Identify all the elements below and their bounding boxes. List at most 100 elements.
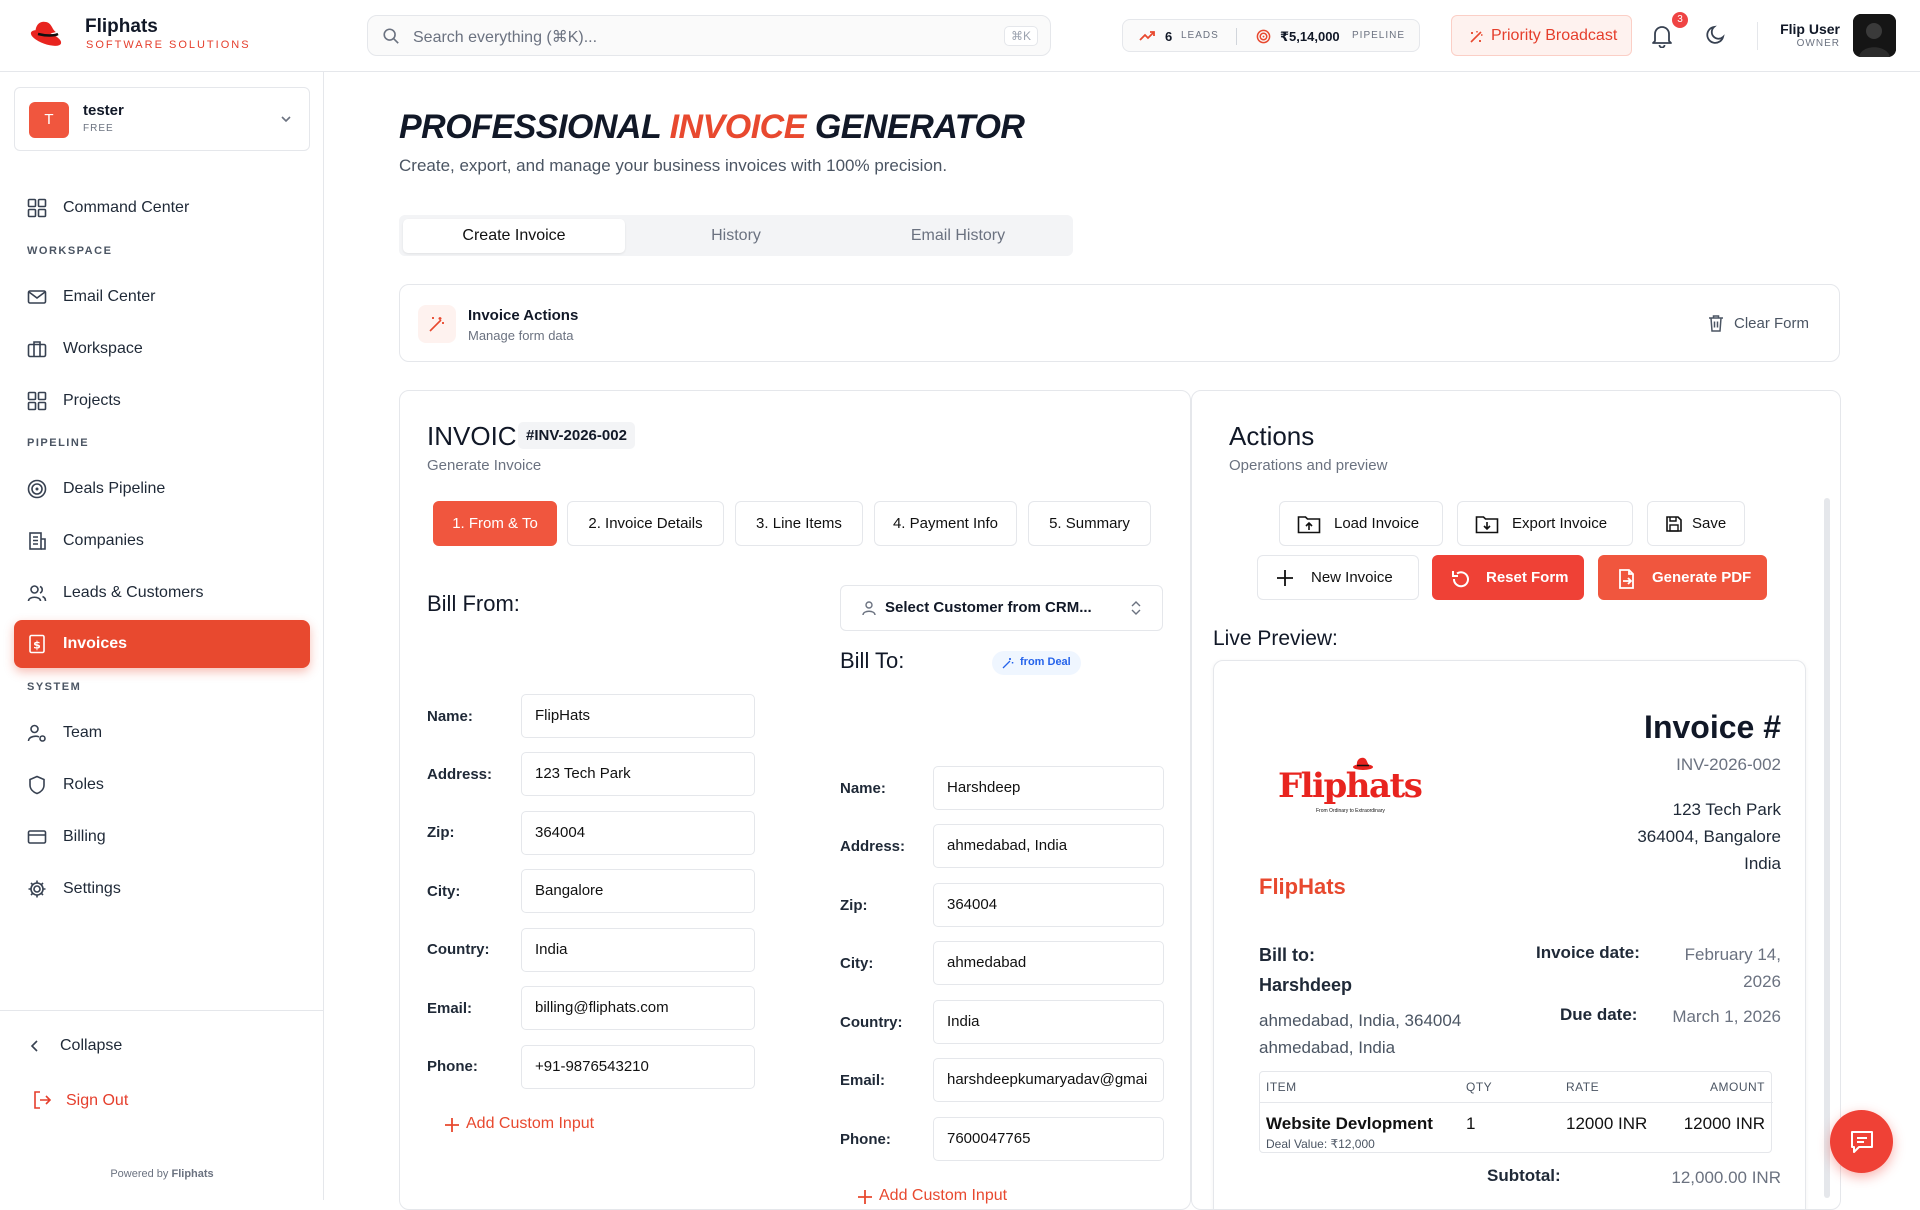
workspace-switcher[interactable]: T tester FREE [14,87,310,151]
svg-text:$: $ [33,639,41,652]
gear-icon [28,880,46,898]
preview-from-address-line: 364004, Bangalore [1637,827,1781,846]
users-icon [27,585,47,602]
chat-button[interactable] [1830,1110,1893,1173]
sidebar-item-email-center[interactable]: Email Center [14,273,310,321]
from-deal-badge: from Deal [992,651,1081,675]
bell-icon[interactable] [1651,24,1673,48]
new-invoice-button[interactable]: New Invoice [1257,555,1419,600]
to-email-label: Email: [840,1072,886,1089]
invoice-preview: Fliphats From Ordinary to Extraordinary … [1213,660,1806,1209]
clear-form-button[interactable]: Clear Form [1708,315,1809,332]
save-button[interactable]: Save [1647,501,1745,546]
load-invoice-button[interactable]: Load Invoice [1279,501,1443,546]
avatar[interactable] [1853,14,1896,57]
user-name[interactable]: Flip User [1780,21,1840,37]
tab-email-history[interactable]: Email History [847,219,1069,253]
step-summary[interactable]: 5. Summary [1028,501,1151,546]
plus-icon [858,1190,872,1204]
pipeline-label: PIPELINE [1352,30,1406,41]
to-country-input[interactable]: India [933,1000,1164,1044]
from-city-label: City: [427,883,461,900]
select-customer-dropdown[interactable]: Select Customer from CRM... [840,585,1163,631]
to-zip-input[interactable]: 364004 [933,883,1164,927]
preview-scrollbar[interactable] [1824,498,1830,1198]
col-qty: QTY [1466,1080,1493,1094]
trending-up-icon [1139,31,1155,41]
bill-to-title: Bill To: [840,648,905,673]
to-address-label: Address: [840,838,906,855]
sidebar-item-projects[interactable]: Projects [14,377,310,425]
page-title-part: GENERATOR [805,108,1025,146]
step-payment-info[interactable]: 4. Payment Info [874,501,1017,546]
preview-from-address-line: India [1744,854,1781,873]
from-email-input[interactable]: billing@fliphats.com [521,986,755,1030]
line-item-qty: 1 [1466,1114,1476,1133]
reset-form-button[interactable]: Reset Form [1432,555,1584,600]
step-invoice-details[interactable]: 2. Invoice Details [567,501,724,546]
from-city-input[interactable]: Bangalore [521,869,755,913]
to-name-input[interactable]: Harshdeep [933,766,1164,810]
priority-broadcast-button[interactable]: Priority Broadcast [1451,15,1632,56]
page-title-part: PROFESSIONAL [399,108,670,146]
card-icon [27,830,47,844]
tab-create-invoice[interactable]: Create Invoice [403,219,625,253]
logo-tagline: From Ordinary to Extraordinary [1316,808,1385,814]
add-custom-input-label: Add Custom Input [466,1115,595,1132]
preview-subtotal: 12,000.00 INR [1671,1168,1781,1187]
to-phone-input[interactable]: 7600047765 [933,1117,1164,1161]
sidebar-item-command-center[interactable]: Command Center [14,184,310,232]
sidebar-item-companies[interactable]: Companies [14,517,310,565]
to-city-input[interactable]: ahmedabad [933,941,1164,985]
building-icon [29,532,46,550]
sidebar-item-workspace[interactable]: Workspace [14,325,310,373]
from-address-input[interactable]: 123 Tech Park [521,752,755,796]
from-zip-input[interactable]: 364004 [521,811,755,855]
hat-logo-icon[interactable] [28,14,68,54]
sidebar: T tester FREE Command Center WORKSPACE E… [0,72,324,1200]
sidebar-item-label: Billing [63,828,106,845]
load-invoice-label: Load Invoice [1334,515,1420,532]
sidebar-divider [0,1010,324,1011]
rotate-ccw-icon [1452,571,1469,588]
sidebar-item-roles[interactable]: Roles [14,761,310,809]
search-bar[interactable]: Search everything (⌘K)... ⌘K [367,15,1051,56]
preview-from-address-line: 123 Tech Park [1672,800,1781,819]
search-icon [383,28,399,44]
to-address-input[interactable]: ahmedabad, India [933,824,1164,868]
broadcast-icon [1470,31,1483,43]
pipeline-stats[interactable]: 6 LEADS ₹5,14,000 PIPELINE [1122,19,1420,52]
preview-invoice-date-line: February 14, [1684,945,1781,964]
search-input[interactable]: Search everything (⌘K)... [413,27,597,47]
pipeline-value: ₹5,14,000 [1280,29,1340,44]
sidebar-item-billing[interactable]: Billing [14,813,310,861]
from-name-input[interactable]: FlipHats [521,694,755,738]
step-line-items[interactable]: 3. Line Items [735,501,863,546]
powered-by-prefix: Powered by [110,1168,169,1180]
tab-history[interactable]: History [625,219,847,253]
from-phone-input[interactable]: +91-9876543210 [521,1045,755,1089]
fliphats-logo: Fliphats From Ordinary to Extraordinary [1278,756,1423,816]
step-from-to[interactable]: 1. From & To [433,501,557,546]
sidebar-item-leads-customers[interactable]: Leads & Customers [14,569,310,617]
sidebar-item-invoices[interactable]: $ Invoices [14,620,310,668]
top-bar: Fliphats SOFTWARE SOLUTIONS Search every… [0,0,1920,72]
sidebar-item-team[interactable]: Team [14,709,310,757]
from-country-input[interactable]: India [521,928,755,972]
sidebar-item-deals-pipeline[interactable]: Deals Pipeline [14,465,310,513]
sidebar-item-settings[interactable]: Settings [14,865,310,913]
workspace-avatar: T [29,102,69,138]
preview-to-address-line: ahmedabad, India [1259,1038,1396,1057]
generate-pdf-label: Generate PDF [1652,569,1752,586]
line-item-note: Deal Value: ₹12,000 [1266,1137,1375,1151]
preview-invoice-number: INV-2026-002 [1676,755,1781,774]
export-invoice-button[interactable]: Export Invoice [1457,501,1633,546]
stats-divider [1236,28,1237,45]
to-zip-label: Zip: [840,897,868,914]
generate-pdf-button[interactable]: Generate PDF [1598,555,1767,600]
moon-icon[interactable] [1705,24,1727,46]
export-invoice-label: Export Invoice [1512,515,1608,532]
new-invoice-label: New Invoice [1311,569,1393,586]
to-email-input[interactable]: harshdeepkumaryadav@gmai [933,1058,1164,1102]
briefcase-icon [27,341,47,358]
